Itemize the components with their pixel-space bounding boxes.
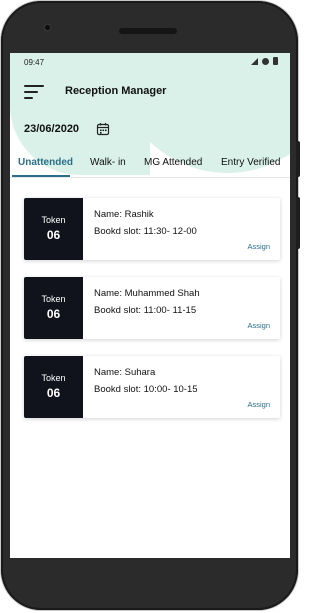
booked-slot: Bookd slot: 11:30- 12-00 — [94, 226, 197, 237]
assign-button[interactable]: Assign — [247, 321, 270, 330]
power-button — [296, 197, 300, 249]
token-label: Token — [41, 373, 66, 383]
front-camera — [43, 23, 52, 32]
assign-button[interactable]: Assign — [247, 400, 270, 409]
calendar-icon[interactable] — [96, 122, 110, 136]
wifi-icon — [262, 57, 269, 65]
appointment-card[interactable]: Token 06 Name: Suhara Bookd slot: 10:00-… — [24, 356, 280, 418]
page-title: Reception Manager — [65, 85, 167, 97]
token-number: 06 — [46, 386, 61, 400]
volume-button — [296, 141, 300, 177]
status-time: 09:47 — [24, 58, 45, 67]
tab-walk-in[interactable]: Walk- in — [90, 157, 126, 168]
tab-bar: Unattended Walk- in MG Attended Entry Ve… — [10, 153, 290, 178]
slot-label: Bookd slot: — [94, 305, 141, 316]
app-bar: Reception Manager — [10, 73, 290, 109]
appointment-card[interactable]: Token 06 Name: Rashik Bookd slot: 11:30-… — [24, 198, 280, 260]
token-number: 06 — [46, 307, 61, 321]
name-value: Muhammed Shah — [124, 288, 200, 299]
slot-label: Bookd slot: — [94, 384, 141, 395]
name-value: Suhara — [124, 367, 156, 378]
battery-icon — [273, 57, 278, 65]
tab-mg-attended[interactable]: MG Attended — [144, 157, 202, 168]
slot-value: 11:30- 12-00 — [143, 226, 197, 237]
status-bar: 09:47 — [10, 53, 290, 71]
appointment-card[interactable]: Token 06 Name: Muhammed Shah Bookd slot:… — [24, 277, 280, 339]
token-label: Token — [41, 294, 66, 304]
name-label: Name: — [94, 288, 122, 299]
earpiece — [119, 28, 177, 34]
phone-frame: 09:47 Reception Manager 23/06/2020 Unatt… — [1, 1, 300, 610]
patient-name: Name: Muhammed Shah — [94, 288, 200, 299]
token-badge: Token 06 — [24, 198, 83, 260]
selected-date: 23/06/2020 — [24, 123, 80, 135]
booked-slot: Bookd slot: 10:00- 10-15 — [94, 384, 198, 395]
assign-button[interactable]: Assign — [247, 242, 270, 251]
token-badge: Token 06 — [24, 356, 83, 418]
signal-icon — [251, 57, 258, 65]
token-label: Token — [41, 215, 66, 225]
app-screen: 09:47 Reception Manager 23/06/2020 Unatt… — [10, 53, 290, 558]
booked-slot: Bookd slot: 11:00- 11-15 — [94, 305, 196, 316]
slot-label: Bookd slot: — [94, 226, 141, 237]
tab-entry-verified[interactable]: Entry Verified — [221, 157, 280, 168]
slot-value: 10:00- 10-15 — [143, 384, 198, 395]
name-label: Name: — [94, 209, 122, 220]
active-tab-indicator — [12, 175, 70, 177]
token-badge: Token 06 — [24, 277, 83, 339]
token-number: 06 — [46, 228, 61, 242]
name-value: Rashik — [124, 209, 154, 220]
slot-value: 11:00- 11-15 — [143, 305, 197, 316]
patient-name: Name: Suhara — [94, 367, 155, 378]
patient-name: Name: Rashik — [94, 209, 154, 220]
name-label: Name: — [94, 367, 122, 378]
tab-unattended[interactable]: Unattended — [18, 157, 73, 168]
hamburger-menu-icon[interactable] — [24, 85, 44, 99]
